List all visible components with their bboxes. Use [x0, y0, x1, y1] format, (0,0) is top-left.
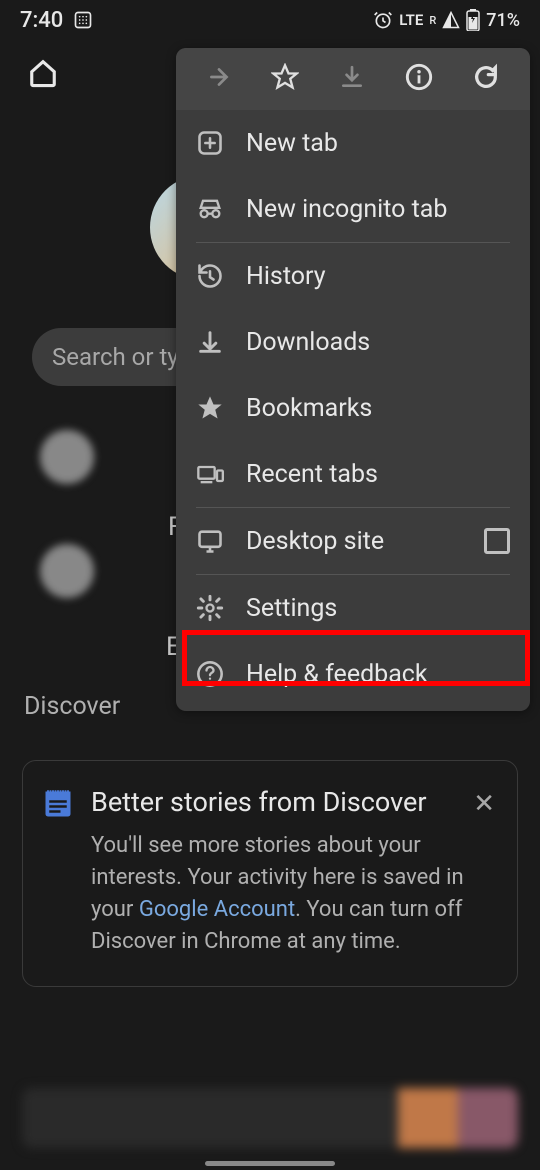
- network-label: LTE: [399, 11, 423, 29]
- signal-icon: [442, 11, 460, 29]
- google-account-link[interactable]: Google Account: [139, 897, 295, 922]
- status-bar: 7:40 LTE R 71%: [0, 0, 540, 40]
- menu-item-recent-tabs[interactable]: Recent tabs: [176, 441, 530, 507]
- card-text: You'll see more stories about your inter…: [91, 830, 497, 958]
- menu-item-incognito[interactable]: New incognito tab: [176, 176, 530, 242]
- navigation-bar[interactable]: [0, 1156, 540, 1170]
- shortcut-icon[interactable]: [40, 544, 94, 598]
- forward-button[interactable]: [206, 64, 232, 94]
- menu-label: Settings: [246, 594, 337, 623]
- menu-label: Help & feedback: [246, 660, 428, 689]
- overflow-menu: New tab New incognito tab History Downlo…: [176, 48, 530, 711]
- shortcut-icon[interactable]: [40, 430, 94, 484]
- search-placeholder: Search or ty: [52, 343, 179, 371]
- bookmark-star-button[interactable]: [271, 63, 299, 95]
- refresh-button[interactable]: [472, 63, 500, 95]
- menu-label: Desktop site: [246, 527, 384, 556]
- menu-topbar: [176, 48, 530, 110]
- card-title: Better stories from Discover: [91, 785, 497, 820]
- battery-percent: 71%: [486, 10, 520, 31]
- menu-item-desktop-site[interactable]: Desktop site: [176, 508, 530, 574]
- menu-item-downloads[interactable]: Downloads: [176, 309, 530, 375]
- desktop-site-checkbox[interactable]: [484, 528, 510, 554]
- menu-label: Recent tabs: [246, 460, 378, 489]
- menu-item-new-tab[interactable]: New tab: [176, 110, 530, 176]
- menu-label: Bookmarks: [246, 394, 372, 423]
- menu-label: New incognito tab: [246, 195, 447, 224]
- download-button[interactable]: [339, 64, 365, 94]
- alarm-icon: [373, 10, 393, 30]
- card-close-button[interactable]: ✕: [473, 789, 495, 819]
- menu-label: History: [246, 262, 326, 291]
- menu-item-history[interactable]: History: [176, 243, 530, 309]
- content-card[interactable]: [22, 1088, 518, 1148]
- menu-label: Downloads: [246, 328, 370, 357]
- battery-icon: [466, 9, 480, 31]
- news-icon: [43, 789, 73, 819]
- home-icon[interactable]: [28, 58, 58, 88]
- discover-card: Better stories from Discover You'll see …: [22, 760, 518, 987]
- screenshot-icon: [73, 10, 93, 30]
- menu-item-bookmarks[interactable]: Bookmarks: [176, 375, 530, 441]
- info-button[interactable]: [405, 63, 433, 95]
- menu-label: New tab: [246, 129, 338, 158]
- status-time: 7:40: [20, 8, 63, 33]
- discover-heading: Discover: [24, 692, 120, 721]
- menu-item-help[interactable]: Help & feedback: [176, 641, 530, 707]
- menu-item-settings[interactable]: Settings: [176, 575, 530, 641]
- roaming-label: R: [429, 14, 436, 27]
